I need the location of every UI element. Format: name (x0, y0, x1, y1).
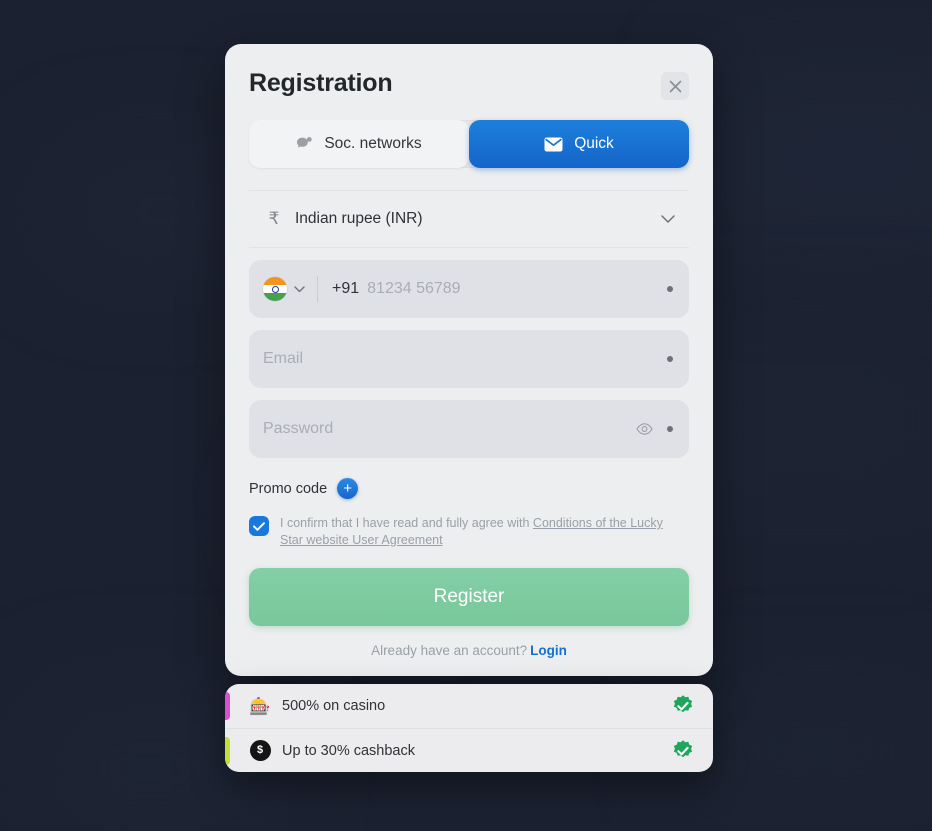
tab-soc-networks-label: Soc. networks (324, 135, 422, 152)
check-icon (253, 521, 265, 531)
phone-dial-code: +91 (332, 280, 360, 297)
modal-header: Registration (249, 69, 689, 100)
chat-bubble-icon (297, 137, 313, 148)
tab-quick-label: Quick (574, 135, 614, 152)
bonus-accent-bar (225, 692, 230, 720)
register-button[interactable]: Register (249, 567, 689, 626)
email-required-dot (667, 356, 673, 362)
rupee-icon: ₹ (268, 209, 280, 228)
slot-machine-icon: 🎰 (249, 696, 271, 716)
verified-badge-icon (673, 695, 693, 713)
field-divider (317, 276, 318, 302)
section-divider (249, 247, 689, 248)
promo-code-section: Promo code + (249, 478, 689, 499)
bonus-label: 500% on casino (282, 698, 386, 714)
dollar-coin-glyph: $ (249, 740, 271, 761)
chevron-down-icon (661, 214, 675, 223)
password-field[interactable]: Password (249, 400, 689, 458)
password-input[interactable]: Password (263, 420, 636, 438)
currency-select-value: Indian rupee (INR) (295, 210, 423, 227)
promo-code-label: Promo code (249, 480, 328, 497)
login-link[interactable]: Login (530, 643, 567, 658)
india-flag-icon (263, 277, 287, 301)
dollar-coin-icon: $ (249, 740, 271, 762)
background-shape (700, 60, 932, 260)
currency-select[interactable]: ₹ Indian rupee (INR) (249, 191, 689, 247)
tab-quick[interactable]: Quick (469, 120, 689, 168)
terms-consent-row: I confirm that I have read and fully agr… (249, 515, 689, 549)
registration-modal: Registration Soc. networks Quick ₹ India… (225, 44, 713, 676)
registration-method-tabs: Soc. networks Quick (249, 120, 689, 168)
bonus-list: 🎰 500% on casino $ Up to 30% cashback (225, 684, 713, 772)
password-required-dot (667, 426, 673, 432)
add-promo-code-button[interactable]: + (337, 478, 359, 499)
phone-input[interactable]: 81234 56789 (367, 280, 653, 298)
bonus-accent-bar (225, 737, 230, 765)
terms-consent-text: I confirm that I have read and fully agr… (280, 515, 689, 549)
tab-soc-networks[interactable]: Soc. networks (249, 120, 469, 168)
phone-field[interactable]: +91 81234 56789 (249, 260, 689, 318)
login-prompt-text: Already have an account? (371, 642, 528, 658)
password-visibility-toggle[interactable] (636, 423, 653, 435)
terms-consent-prefix: I confirm that I have read and fully agr… (280, 516, 533, 530)
email-field[interactable]: Email (249, 330, 689, 388)
envelope-icon (544, 137, 563, 151)
phone-required-dot (667, 286, 673, 292)
terms-checkbox[interactable] (249, 516, 269, 536)
country-code-select[interactable] (263, 277, 317, 301)
page-title: Registration (249, 69, 393, 97)
close-button[interactable] (661, 72, 689, 100)
email-input[interactable]: Email (263, 350, 653, 368)
verified-badge-icon (673, 739, 693, 757)
background-shape (690, 690, 932, 810)
bonus-label: Up to 30% cashback (282, 742, 415, 759)
chevron-down-icon (294, 285, 305, 292)
login-prompt-row: Already have an account? Login (249, 643, 689, 658)
eye-icon (636, 423, 653, 435)
close-icon (669, 80, 681, 92)
list-item[interactable]: 🎰 500% on casino (225, 684, 713, 728)
list-item[interactable]: $ Up to 30% cashback (225, 728, 713, 772)
